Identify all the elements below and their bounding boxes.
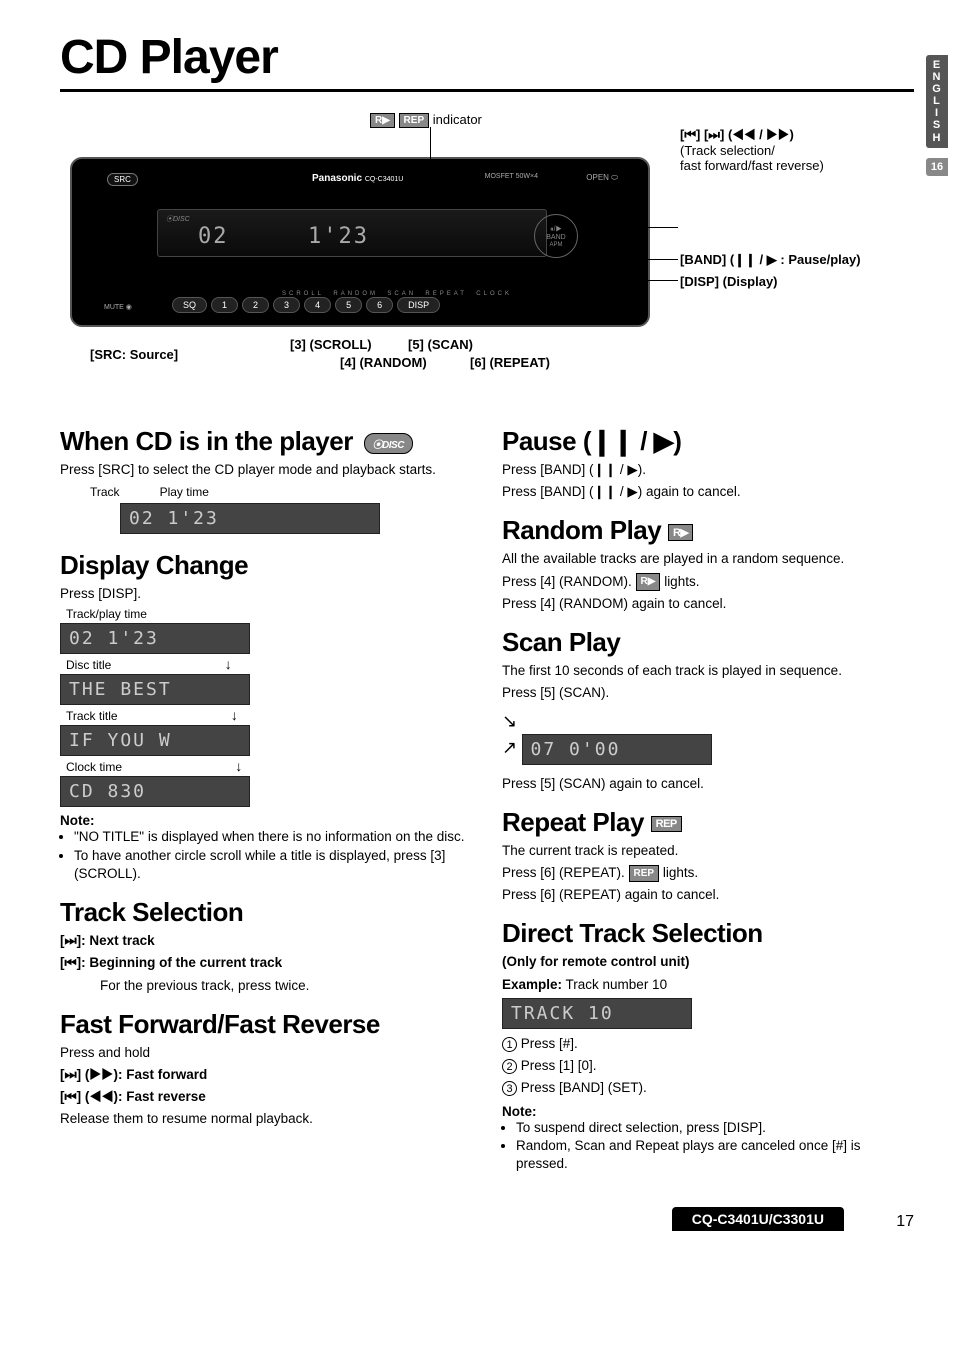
seq-lcd-1: 02 1'23 bbox=[60, 623, 250, 654]
callout-band: [BAND] (❙❙ / ▶ : Pause/play) bbox=[680, 252, 861, 268]
note-1: "NO TITLE" is displayed when there is no… bbox=[74, 828, 472, 846]
disp-button: DISP bbox=[397, 297, 440, 313]
right-column: Pause (❙❙ / ▶) Press [BAND] (❙❙ / ▶). Pr… bbox=[502, 422, 914, 1173]
callout-track-buttons: [⏮] [⏭] (◀◀ / ▶▶) (Track selection/ fast… bbox=[680, 127, 824, 173]
random-inline-badge: R▶ bbox=[636, 573, 661, 591]
stereo-face: SRC Panasonic CQ-C3401U MOSFET 50W×4 OPE… bbox=[70, 157, 650, 327]
scan-lcd: 07 0'00 bbox=[522, 734, 712, 765]
side-page-number: 16 bbox=[926, 158, 948, 176]
repeat-l1: The current track is repeated. bbox=[502, 842, 914, 860]
playtime-label: Play time bbox=[160, 485, 209, 499]
heading-direct: Direct Track Selection bbox=[502, 918, 914, 949]
seq-lcd-3: IF YOU W bbox=[60, 725, 250, 756]
random-l1: All the available tracks are played in a… bbox=[502, 550, 914, 568]
note-2: To have another circle scroll while a ti… bbox=[74, 847, 472, 883]
preset-4: 4 bbox=[304, 297, 331, 313]
repeat-l3: Press [6] (REPEAT) again to cancel. bbox=[502, 886, 914, 904]
when-cd-body: Press [SRC] to select the CD player mode… bbox=[60, 461, 472, 479]
direct-note-2: Random, Scan and Repeat plays are cancel… bbox=[516, 1137, 914, 1173]
preset-2: 2 bbox=[242, 297, 269, 313]
track-sel-l3: For the previous track, press twice. bbox=[100, 977, 472, 995]
lcd-time: 1'23 bbox=[308, 224, 369, 249]
rep-indicator-label: indicator bbox=[433, 112, 482, 127]
heading-ff-fr: Fast Forward/Fast Reverse bbox=[60, 1009, 472, 1040]
heading-when-cd: When CD is in the player ⦿DISC bbox=[60, 426, 472, 457]
disc-badge-icon: ⦿DISC bbox=[364, 433, 413, 454]
footer-page-number: 17 bbox=[896, 1213, 914, 1231]
preset-button-row: SQ 1 2 3 4 5 6 DISP bbox=[172, 297, 440, 313]
src-button: SRC bbox=[107, 173, 138, 186]
direct-note-1: To suspend direct selection, press [DISP… bbox=[516, 1119, 914, 1137]
r-play-badge: R▶ bbox=[370, 113, 395, 128]
footer-model: CQ-C3401U/C3301U bbox=[672, 1207, 844, 1231]
direct-sub: (Only for remote control unit) bbox=[502, 953, 914, 971]
heading-random: Random Play R▶ bbox=[502, 515, 914, 546]
heading-repeat: Repeat Play REP bbox=[502, 807, 914, 838]
pause-l2: Press [BAND] (❙❙ / ▶) again to cancel. bbox=[502, 483, 914, 501]
direct-example: Example: Track number 10 bbox=[502, 976, 914, 994]
direct-s2: 2 Press [1] [0]. bbox=[502, 1057, 914, 1075]
band-knob: ⏸/▶BANDAPM bbox=[534, 214, 578, 258]
sq-button: SQ bbox=[172, 297, 207, 313]
preset-3: 3 bbox=[273, 297, 300, 313]
stereo-diagram: R▶ REP indicator SRC Panasonic CQ-C3401U… bbox=[60, 112, 914, 412]
note-heading-right: Note: bbox=[502, 1104, 914, 1119]
repeat-inline-badge: REP bbox=[629, 865, 660, 883]
lcd-track: 02 bbox=[198, 224, 229, 249]
seq-label-3: Track title ↓ bbox=[66, 707, 472, 723]
scan-l3: Press [5] (SCAN) again to cancel. bbox=[502, 775, 914, 793]
brand-label: Panasonic CQ-C3401U bbox=[312, 173, 403, 184]
seq-lcd-4: CD 830 bbox=[60, 776, 250, 807]
callout-src: [SRC: Source] bbox=[90, 347, 178, 362]
repeat-l2: Press [6] (REPEAT). REP lights. bbox=[502, 864, 914, 882]
direct-lcd: TRACK 10 bbox=[502, 998, 692, 1029]
heading-display-change: Display Change bbox=[60, 550, 472, 581]
callout-btn5: [5] (SCAN) bbox=[408, 337, 473, 352]
ff-l2: [⏭] (▶▶): Fast forward bbox=[60, 1066, 472, 1084]
open-label: OPEN ⬭ bbox=[586, 173, 618, 183]
random-l3: Press [4] (RANDOM) again to cancel. bbox=[502, 595, 914, 613]
ff-l3: [⏮] (◀◀): Fast reverse bbox=[60, 1088, 472, 1106]
mute-label: MUTE ◉ bbox=[104, 303, 132, 311]
preset-5: 5 bbox=[335, 297, 362, 313]
lcd-track-time: 02 1'23 bbox=[120, 503, 380, 534]
seq-label-4: Clock time ↓ bbox=[66, 758, 472, 774]
repeat-badge-icon: REP bbox=[651, 816, 682, 832]
rep-badge: REP bbox=[399, 113, 430, 128]
heading-pause: Pause (❙❙ / ▶) bbox=[502, 426, 914, 457]
callout-btn6: [6] (REPEAT) bbox=[470, 355, 550, 370]
note-heading-left: Note: bbox=[60, 813, 472, 828]
ff-l4: Release them to resume normal playback. bbox=[60, 1110, 472, 1128]
scan-l2: Press [5] (SCAN). bbox=[502, 684, 914, 702]
direct-s1: 1 Press [#]. bbox=[502, 1035, 914, 1053]
seq-lcd-2: THE BEST bbox=[60, 674, 250, 705]
track-label: Track bbox=[90, 485, 120, 499]
mini-labels-row: SCROLL RANDOM SCAN REPEAT CLOCK bbox=[282, 291, 512, 297]
random-badge-icon: R▶ bbox=[668, 524, 693, 541]
direct-s3: 3 Press [BAND] (SET). bbox=[502, 1079, 914, 1097]
stereo-lcd: 02 1'23 ⦿DISC bbox=[157, 209, 547, 257]
callout-btn4: [4] (RANDOM) bbox=[340, 355, 427, 370]
left-column: When CD is in the player ⦿DISC Press [SR… bbox=[60, 422, 472, 1173]
mosfet-label: MOSFET 50W×4 bbox=[485, 173, 538, 180]
ff-l1: Press and hold bbox=[60, 1044, 472, 1062]
track-sel-l1: [⏭]: Next track bbox=[60, 932, 472, 950]
scan-l1: The first 10 seconds of each track is pl… bbox=[502, 662, 914, 680]
page-title: CD Player bbox=[60, 30, 914, 85]
seq-label-1: Track/play time bbox=[66, 607, 472, 621]
callout-disp: [DISP] (Display) bbox=[680, 274, 778, 289]
callout-btn3: [3] (SCROLL) bbox=[290, 337, 372, 352]
heading-scan: Scan Play bbox=[502, 627, 914, 658]
preset-6: 6 bbox=[366, 297, 393, 313]
preset-1: 1 bbox=[211, 297, 238, 313]
heading-track-selection: Track Selection bbox=[60, 897, 472, 928]
pause-l1: Press [BAND] (❙❙ / ▶). bbox=[502, 461, 914, 479]
seq-label-2: Disc title ↓ bbox=[66, 656, 472, 672]
language-tab: E N G L I S H bbox=[926, 55, 948, 148]
random-l2: Press [4] (RANDOM). R▶ lights. bbox=[502, 573, 914, 591]
title-underline bbox=[60, 89, 914, 92]
track-sel-l2: [⏮]: Beginning of the current track bbox=[60, 954, 472, 972]
display-change-body: Press [DISP]. bbox=[60, 585, 472, 603]
